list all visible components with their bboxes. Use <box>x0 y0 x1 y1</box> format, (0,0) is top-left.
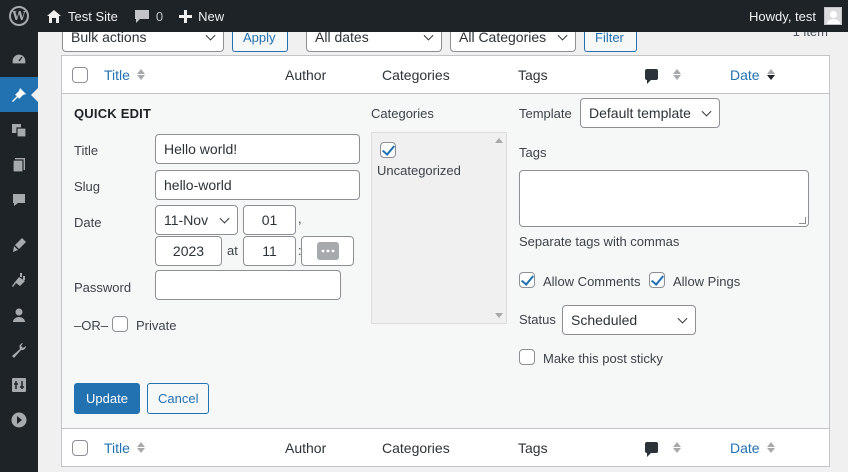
categories-checklist[interactable]: Uncategorized <box>371 132 507 324</box>
home-icon <box>47 9 61 23</box>
sort-arrows-icon <box>136 442 145 453</box>
select-all-checkbox[interactable] <box>72 66 88 83</box>
comments-menu[interactable]: 0 <box>126 0 171 32</box>
date-comma: , <box>298 211 302 226</box>
quick-edit-panel: QUICK EDIT Title Hello world! Slug hello… <box>62 94 829 428</box>
table-footer: Title Author Categories Tags Date <box>62 428 829 466</box>
uncategorized-checkbox[interactable] <box>380 142 396 158</box>
cancel-button[interactable]: Cancel <box>147 383 210 414</box>
comment-count: 0 <box>155 8 164 24</box>
minute-input[interactable] <box>301 236 354 266</box>
password-input[interactable] <box>155 270 341 300</box>
slug-input[interactable]: hello-world <box>155 170 360 200</box>
column-author: Author <box>285 66 327 83</box>
howdy-label: Howdy, test <box>749 8 816 24</box>
admin-bar: W Test Site 0 New Howdy, test <box>0 0 848 32</box>
sticky-label: Make this post sticky <box>543 351 663 366</box>
comment-column-icon <box>645 442 658 457</box>
users-icon[interactable] <box>0 297 38 332</box>
hour-input[interactable]: 11 <box>243 236 296 266</box>
plugins-icon[interactable] <box>0 262 38 297</box>
column-title-sort-footer[interactable]: Title <box>104 440 145 456</box>
column-date-label: Date <box>730 66 760 83</box>
sort-arrows-icon <box>673 69 681 80</box>
month-select[interactable]: 11-Nov <box>155 205 238 235</box>
wordpress-logo-menu[interactable]: W <box>0 0 38 32</box>
admin-sidebar <box>0 32 38 472</box>
column-title-label: Title <box>104 66 130 83</box>
column-date-sort-footer[interactable]: Date <box>730 440 775 456</box>
pages-icon[interactable] <box>0 147 38 182</box>
column-comments-sort-footer[interactable] <box>645 442 681 457</box>
scroll-up-icon <box>495 138 503 143</box>
password-label: Password <box>74 280 132 295</box>
column-date-sort[interactable]: Date <box>730 67 775 83</box>
tags-help-text: Separate tags with commas <box>519 234 680 249</box>
private-checkbox[interactable] <box>112 316 128 332</box>
status-label: Status <box>519 312 556 327</box>
or-label: –OR– <box>74 318 108 333</box>
main-content: Bulk actions Apply All dates All Categor… <box>38 22 848 472</box>
comments-icon[interactable] <box>0 182 38 217</box>
private-label: Private <box>136 318 177 333</box>
comment-column-icon <box>645 69 658 84</box>
year-input[interactable]: 2023 <box>155 236 222 266</box>
dashboard-icon[interactable] <box>0 42 38 77</box>
table-header: Title Author Categories Tags Date <box>62 56 829 94</box>
wordpress-logo-icon: W <box>9 6 29 26</box>
allow-pings-checkbox[interactable] <box>649 272 665 288</box>
new-content-menu[interactable]: New <box>171 0 232 32</box>
site-name-menu[interactable]: Test Site <box>38 0 126 32</box>
scroll-down-icon <box>495 313 503 318</box>
settings-icon[interactable] <box>0 367 38 402</box>
column-categories-footer: Categories <box>382 439 450 456</box>
posts-icon[interactable] <box>0 77 38 112</box>
media-icon[interactable] <box>0 112 38 147</box>
tags-textarea[interactable] <box>519 170 809 227</box>
posts-table: Title Author Categories Tags Date QUICK … <box>61 55 830 467</box>
tags-label: Tags <box>519 145 547 160</box>
column-tags-footer: Tags <box>518 439 548 456</box>
collapse-icon[interactable] <box>0 402 38 437</box>
my-account-menu[interactable]: Howdy, test <box>749 0 842 32</box>
column-tags: Tags <box>518 66 548 83</box>
sort-arrows-icon <box>136 69 145 80</box>
comment-bubble-icon <box>134 9 149 23</box>
allow-pings-label: Allow Pings <box>673 274 741 289</box>
select-all-checkbox-footer[interactable] <box>72 439 88 456</box>
status-select[interactable]: Scheduled <box>562 305 696 335</box>
column-title-sort[interactable]: Title <box>104 67 145 83</box>
allow-comments-label: Allow Comments <box>543 274 641 289</box>
column-date-label: Date <box>730 439 760 456</box>
sticky-checkbox[interactable] <box>519 349 535 365</box>
column-title-label: Title <box>104 439 130 456</box>
template-select[interactable]: Default template <box>580 98 720 128</box>
day-input[interactable]: 01 <box>243 205 296 235</box>
column-author-footer: Author <box>285 439 327 456</box>
sort-desc-icon <box>766 69 775 80</box>
plus-icon <box>179 9 193 23</box>
title-input[interactable]: Hello world! <box>155 134 360 164</box>
update-button[interactable]: Update <box>74 383 140 414</box>
categories-label: Categories <box>371 106 434 121</box>
column-categories: Categories <box>382 66 450 83</box>
uncategorized-label: Uncategorized <box>377 163 461 178</box>
appearance-icon[interactable] <box>0 227 38 262</box>
password-autofill-icon <box>316 242 339 260</box>
column-comments-sort[interactable] <box>645 69 681 84</box>
avatar <box>824 7 842 25</box>
sort-arrows-icon <box>673 442 681 453</box>
slug-label: Slug <box>74 179 101 194</box>
site-name-label: Test Site <box>68 8 118 24</box>
tools-icon[interactable] <box>0 332 38 367</box>
title-label: Title <box>74 143 99 158</box>
at-label: at <box>227 243 238 258</box>
date-label: Date <box>74 215 102 230</box>
sort-arrows-icon <box>766 442 775 453</box>
categories-scrollbar[interactable] <box>492 133 506 323</box>
quick-edit-legend: QUICK EDIT <box>74 106 152 121</box>
allow-comments-checkbox[interactable] <box>519 272 535 288</box>
new-label: New <box>198 8 225 24</box>
template-label: Template <box>519 106 572 121</box>
